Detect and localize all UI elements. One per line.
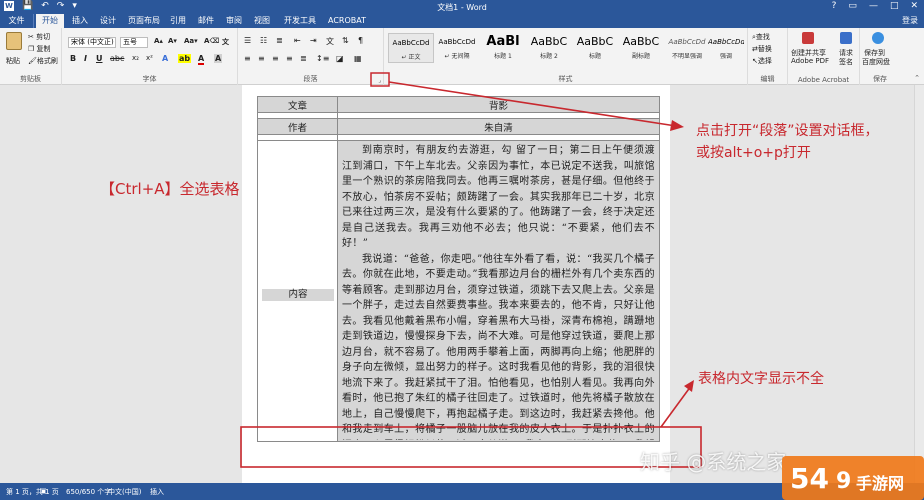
paragraph-dialog-annotation-1: 点击打开“段落”设置对话框， [696,123,879,139]
cut-off-annotation: 表格内文字显示不全 [698,371,824,387]
ctrl-a-annotation: 【Ctrl+A】全选表格 [100,180,240,198]
word-window: W 💾 ↶ ↷ ▾ 文档1 - Word ? ▭ — □ ✕ 文件 开始 插入 … [0,0,924,500]
arrow-head-icon [684,380,694,392]
site-logo-text: 手游网 [856,474,905,493]
paragraph-dialog-annotation-2: 或按alt+o+p打开 [696,145,811,161]
paragraph-dialog-arrow [388,81,677,127]
svg-text:9: 9 [836,469,851,494]
annotation-overlay [240,72,702,468]
paragraph-launcher-highlight [370,72,390,87]
svg-text:54: 54 [790,462,829,495]
cut-off-arrow [660,385,692,428]
site-logo: 54 9 手游网 [782,452,924,500]
zhihu-watermark: 知乎 @系统之家 [640,450,787,474]
arrow-head-icon [670,120,684,131]
cut-off-text-highlight [240,426,702,468]
